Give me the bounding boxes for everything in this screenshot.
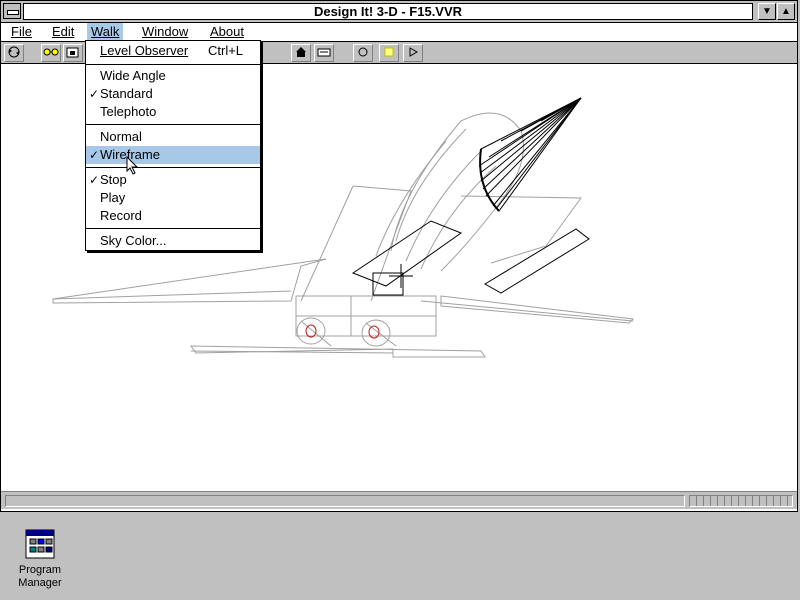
sky-color-label: Sky Color...	[100, 233, 167, 248]
menu-about-label: About	[210, 24, 244, 39]
stop-label: Stop	[100, 172, 127, 187]
menu-item-wide-angle[interactable]: Wide Angle	[86, 67, 260, 85]
menu-separator	[86, 124, 260, 125]
menu-edit-label: Edit	[52, 24, 75, 39]
status-indicator	[689, 495, 793, 507]
menu-item-stop[interactable]: ✓ Stop	[86, 171, 260, 189]
menu-separator	[86, 64, 260, 65]
home-icon[interactable]	[291, 44, 311, 62]
menu-walk-label: Walk	[91, 24, 120, 39]
camera-icon[interactable]	[63, 44, 83, 62]
record-label: Record	[100, 208, 142, 223]
rotate-icon[interactable]	[4, 44, 24, 62]
status-field	[5, 495, 685, 507]
menu-item-standard[interactable]: ✓ Standard	[86, 85, 260, 103]
telephoto-label: Telephoto	[100, 104, 157, 119]
menu-item-level-observer[interactable]: Level Observer Ctrl+L	[86, 42, 260, 60]
menu-window[interactable]: Window	[138, 23, 192, 41]
play-label: Play	[100, 190, 126, 205]
title-bar[interactable]: Design It! 3-D - F15.VVR ▼ ▲	[1, 1, 797, 23]
menu-item-sky-color[interactable]: Sky Color...	[86, 232, 260, 250]
program-manager-icon	[25, 529, 55, 559]
walk-dropdown-menu: Level Observer Ctrl+L Wide Angle ✓ Stand…	[85, 40, 261, 251]
normal-label: Normal	[100, 129, 142, 144]
menu-item-telephoto[interactable]: Telephoto	[86, 103, 260, 121]
menu-file[interactable]: File	[7, 23, 36, 41]
menu-separator	[86, 167, 260, 168]
menu-about[interactable]: About	[206, 23, 248, 41]
menu-separator	[86, 228, 260, 229]
maximize-button[interactable]: ▲	[777, 3, 795, 20]
stop-check-icon: ✓	[89, 173, 100, 187]
level-observer-label: Level Observer	[100, 43, 189, 58]
window-title: Design It! 3-D - F15.VVR	[23, 3, 753, 20]
play-triangle-icon[interactable]	[403, 44, 423, 62]
standard-label: Standard	[100, 86, 153, 101]
minimize-button[interactable]: ▼	[758, 3, 776, 20]
standard-check-icon: ✓	[89, 87, 100, 101]
system-menu-button[interactable]	[3, 3, 21, 19]
status-bar	[1, 491, 797, 509]
menu-walk[interactable]: Walk	[87, 23, 124, 41]
menu-item-record[interactable]: Record	[86, 207, 260, 225]
menu-window-label: Window	[142, 24, 189, 39]
record-circle-icon[interactable]	[353, 44, 373, 62]
program-manager-label: Program Manager	[18, 564, 62, 589]
wireframe-check-icon: ✓	[89, 148, 100, 162]
program-manager-desktop-icon[interactable]: Program Manager	[16, 528, 64, 592]
menu-item-play[interactable]: Play	[86, 189, 260, 207]
menu-item-wireframe[interactable]: ✓ Wireframe	[86, 146, 260, 164]
menu-file-label: File	[11, 24, 32, 39]
menu-item-normal[interactable]: Normal	[86, 128, 260, 146]
keyboard-icon[interactable]	[314, 44, 334, 62]
menu-edit[interactable]: Edit	[48, 23, 78, 41]
stop-square-icon[interactable]	[379, 44, 399, 62]
level-observer-shortcut: Ctrl+L	[208, 43, 244, 58]
glasses-icon[interactable]	[41, 44, 61, 62]
mouse-cursor-icon	[126, 156, 139, 175]
wide-angle-label: Wide Angle	[100, 68, 166, 83]
